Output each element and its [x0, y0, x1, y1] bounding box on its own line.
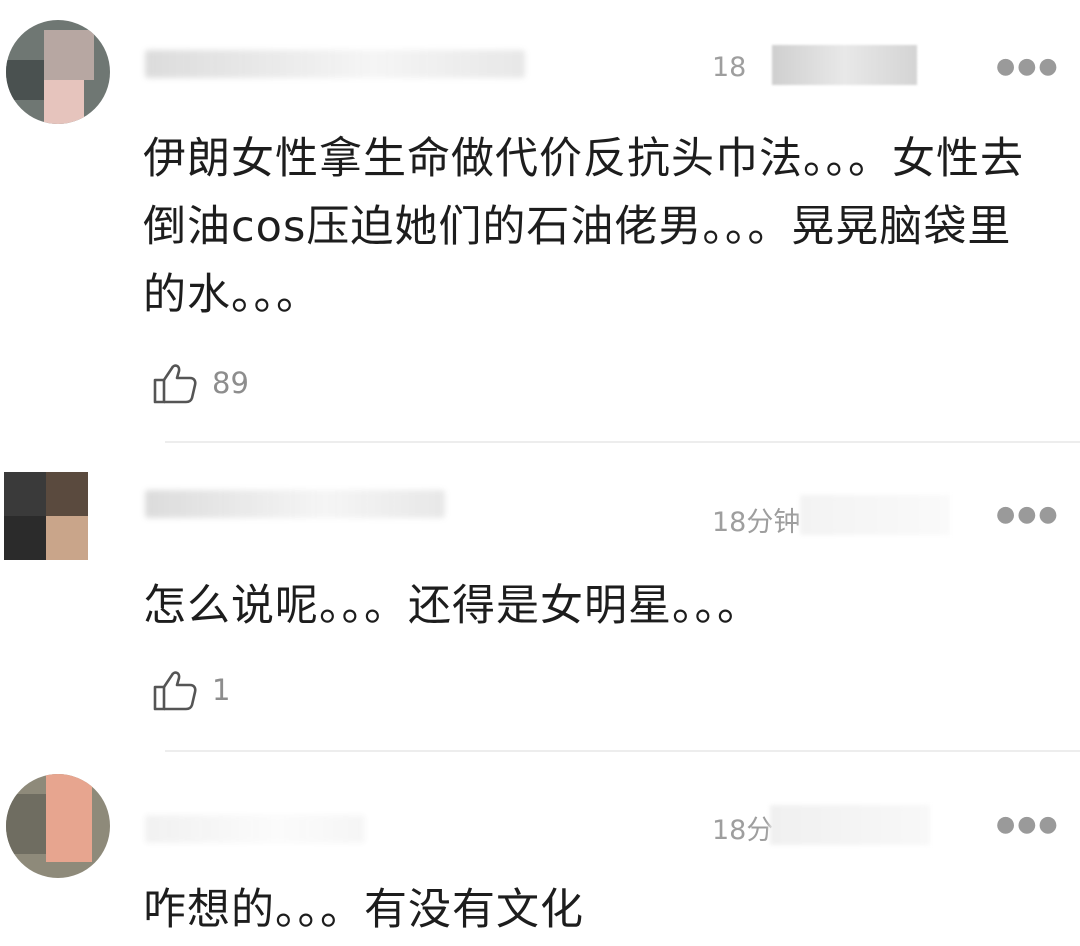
comment-time: 18: [712, 52, 747, 83]
avatar[interactable]: [6, 774, 110, 878]
comment-text: 怎么说呢。。。还得是女明星。。。: [143, 581, 761, 631]
redaction-mosaic: [800, 495, 950, 535]
redaction-mosaic: [770, 805, 930, 845]
more-icon[interactable]: ●●●: [996, 54, 1060, 79]
like-button[interactable]: 1: [152, 667, 230, 713]
more-icon[interactable]: ●●●: [996, 812, 1060, 837]
like-button[interactable]: 89: [152, 360, 249, 406]
divider: [165, 441, 1080, 443]
like-count: 89: [212, 366, 249, 400]
username-redacted: [145, 490, 445, 518]
username-redacted: [145, 50, 525, 78]
like-count: 1: [212, 673, 231, 707]
username-redacted: [145, 815, 365, 843]
comment-text: 伊朗女性拿生命做代价反抗头巾法。。。女性去倒油cos压迫她们的石油佬男。。。晃晃…: [143, 134, 1024, 320]
redaction-mosaic: [772, 45, 917, 85]
divider: [165, 750, 1080, 752]
avatar[interactable]: [6, 20, 110, 124]
more-icon[interactable]: ●●●: [996, 502, 1060, 527]
thumbs-up-icon: [152, 360, 198, 406]
comment-text: 咋想的。。。有没有文化: [143, 885, 584, 935]
comment-time: 18分钟: [712, 507, 801, 538]
thumbs-up-icon: [152, 667, 198, 713]
comment-time: 18分: [712, 815, 774, 846]
avatar[interactable]: [4, 472, 88, 560]
